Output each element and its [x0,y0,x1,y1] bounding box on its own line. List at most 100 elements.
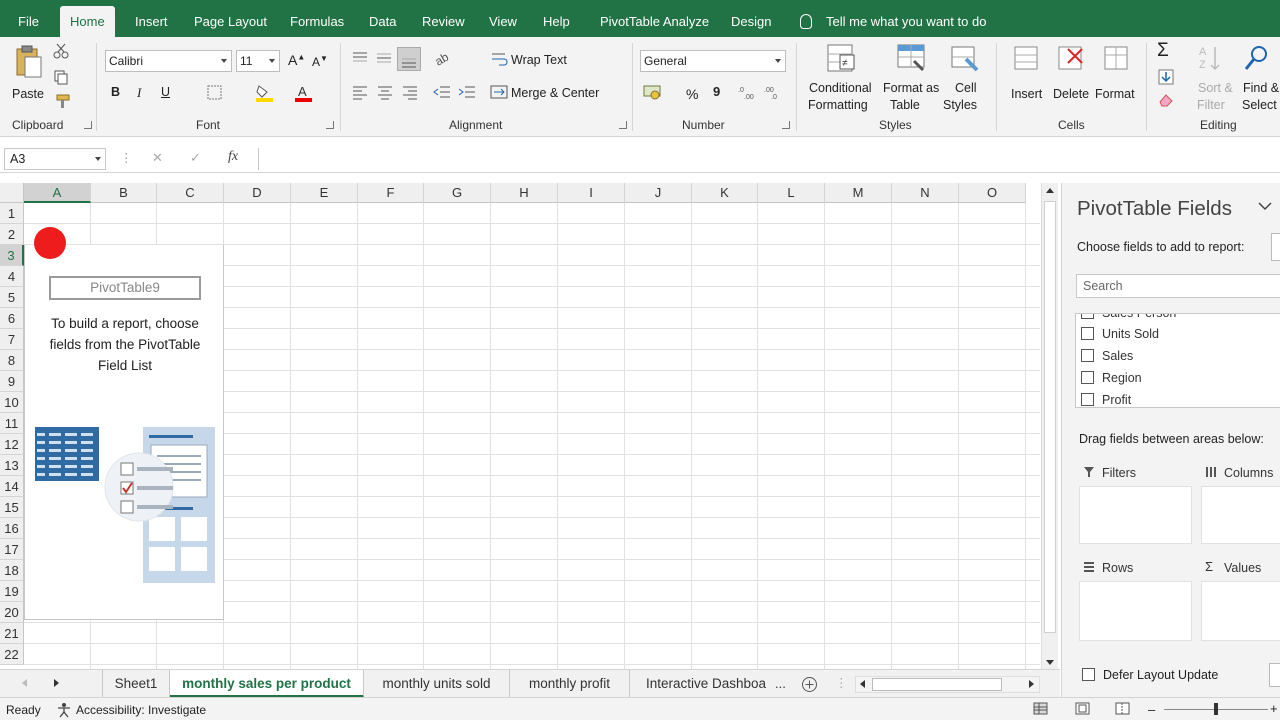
field-search-input[interactable]: Search [1076,274,1280,298]
bold-button[interactable]: B [111,85,120,99]
fill-color-icon[interactable] [255,83,275,103]
row-header-10[interactable]: 10 [0,392,24,413]
autosum-button[interactable]: Σ [1157,40,1169,62]
row-header-18[interactable]: 18 [0,560,24,581]
font-size-select[interactable]: 11 [236,50,280,72]
align-middle-icon[interactable] [375,50,393,66]
horizontal-scrollbar[interactable] [855,676,1040,693]
underline-button[interactable]: U [161,85,170,99]
copy-icon[interactable] [53,69,69,85]
sheet-tab-monthly-profit[interactable]: monthly profit [510,670,630,698]
filters-drop-area[interactable] [1079,486,1192,544]
row-header-17[interactable]: 17 [0,539,24,560]
checkbox-icon[interactable] [1081,349,1094,363]
row-header-4[interactable]: 4 [0,266,24,287]
scroll-up-icon[interactable] [1046,188,1054,193]
field-item[interactable]: Units Sold [1081,325,1159,345]
align-top-icon[interactable] [351,50,369,66]
select-all-corner[interactable] [0,183,24,203]
formula-input[interactable] [258,148,1278,170]
next-sheet-icon[interactable] [54,679,59,687]
chevron-down-icon[interactable] [1258,201,1272,211]
normal-view-icon[interactable] [1033,702,1049,716]
field-item[interactable]: Sales Person [1081,314,1176,324]
column-header-h[interactable]: H [491,183,558,203]
row-header-5[interactable]: 5 [0,287,24,308]
row-header-20[interactable]: 20 [0,602,24,623]
column-header-e[interactable]: E [291,183,358,203]
field-item[interactable]: Profit [1081,391,1131,407]
tab-data[interactable]: Data [369,6,396,37]
column-header-g[interactable]: G [424,183,491,203]
defer-layout-checkbox[interactable]: Defer Layout Update [1082,668,1218,682]
percent-button[interactable]: % [686,86,698,102]
paste-button[interactable]: Paste [8,43,48,113]
column-header-a[interactable]: A [24,183,91,203]
zoom-in-button[interactable]: + [1270,701,1278,716]
align-right-icon[interactable] [401,84,419,100]
borders-icon[interactable] [207,85,223,101]
comma-style-button[interactable]: 9 [713,84,720,99]
cancel-icon[interactable]: ✕ [152,150,163,166]
align-bottom-button[interactable] [397,47,421,71]
italic-button[interactable]: I [137,85,141,101]
row-header-19[interactable]: 19 [0,581,24,602]
update-button[interactable] [1269,663,1280,687]
font-color-icon[interactable]: A [294,83,314,103]
column-header-k[interactable]: K [692,183,758,203]
tab-insert[interactable]: Insert [135,6,168,37]
wrap-text-button[interactable]: Wrap Text [511,53,567,67]
page-break-view-icon[interactable] [1115,702,1131,716]
row-header-16[interactable]: 16 [0,518,24,539]
rows-drop-area[interactable] [1079,581,1192,641]
row-header-15[interactable]: 15 [0,497,24,518]
tab-pivottable-analyze[interactable]: PivotTable Analyze [600,6,709,37]
row-header-14[interactable]: 14 [0,476,24,497]
tab-help[interactable]: Help [543,6,570,37]
clear-icon[interactable] [1157,92,1175,108]
column-header-m[interactable]: M [825,183,892,203]
tab-file[interactable]: File [18,6,39,37]
tell-me-box[interactable]: Tell me what you want to do [800,6,986,37]
column-header-f[interactable]: F [358,183,424,203]
row-header-12[interactable]: 12 [0,434,24,455]
increase-font-icon[interactable]: A▲ [288,52,305,68]
insert-function-icon[interactable]: fx [228,149,238,165]
format-painter-icon[interactable] [53,93,71,109]
page-layout-view-icon[interactable] [1075,702,1091,716]
tools-gear-button[interactable] [1271,233,1280,261]
field-list[interactable]: Sales Person Units Sold Sales Region Profit [1075,313,1280,408]
format-as-table-button[interactable]: Format as Table [880,43,942,115]
more-sheets-button[interactable]: ... [775,676,786,691]
row-header-1[interactable]: 1 [0,203,24,224]
checkbox-icon[interactable] [1081,371,1094,385]
alignment-launcher-icon[interactable] [619,121,627,129]
zoom-out-button[interactable]: – [1148,702,1155,717]
row-header-6[interactable]: 6 [0,308,24,329]
column-header-d[interactable]: D [224,183,291,203]
tab-review[interactable]: Review [422,6,465,37]
align-left-icon[interactable] [351,84,369,100]
checkbox-icon[interactable] [1081,314,1094,320]
tab-view[interactable]: View [489,6,517,37]
accounting-format-icon[interactable] [643,83,663,101]
enter-icon[interactable]: ✓ [190,150,201,166]
column-header-j[interactable]: J [625,183,692,203]
scroll-right-icon[interactable] [1029,680,1034,688]
cut-icon[interactable] [53,43,69,59]
format-cells-button[interactable]: Format [1094,43,1138,115]
fill-down-icon[interactable] [1157,68,1175,86]
tab-page-layout[interactable]: Page Layout [194,6,267,37]
column-header-l[interactable]: L [758,183,825,203]
orientation-icon[interactable]: ab [433,50,453,66]
scroll-down-icon[interactable] [1046,660,1054,665]
accessibility-icon[interactable] [56,702,72,718]
split-handle-icon[interactable]: ⋮ [835,675,848,690]
row-header-7[interactable]: 7 [0,329,24,350]
increase-indent-icon[interactable] [457,84,477,100]
tab-home[interactable]: Home [60,6,115,37]
conditional-formatting-button[interactable]: ≠ Conditional Formatting [805,43,877,115]
number-format-select[interactable]: General [640,50,786,72]
find-select-button[interactable]: Find & Select [1236,43,1280,115]
font-name-select[interactable]: Calibri [105,50,232,72]
